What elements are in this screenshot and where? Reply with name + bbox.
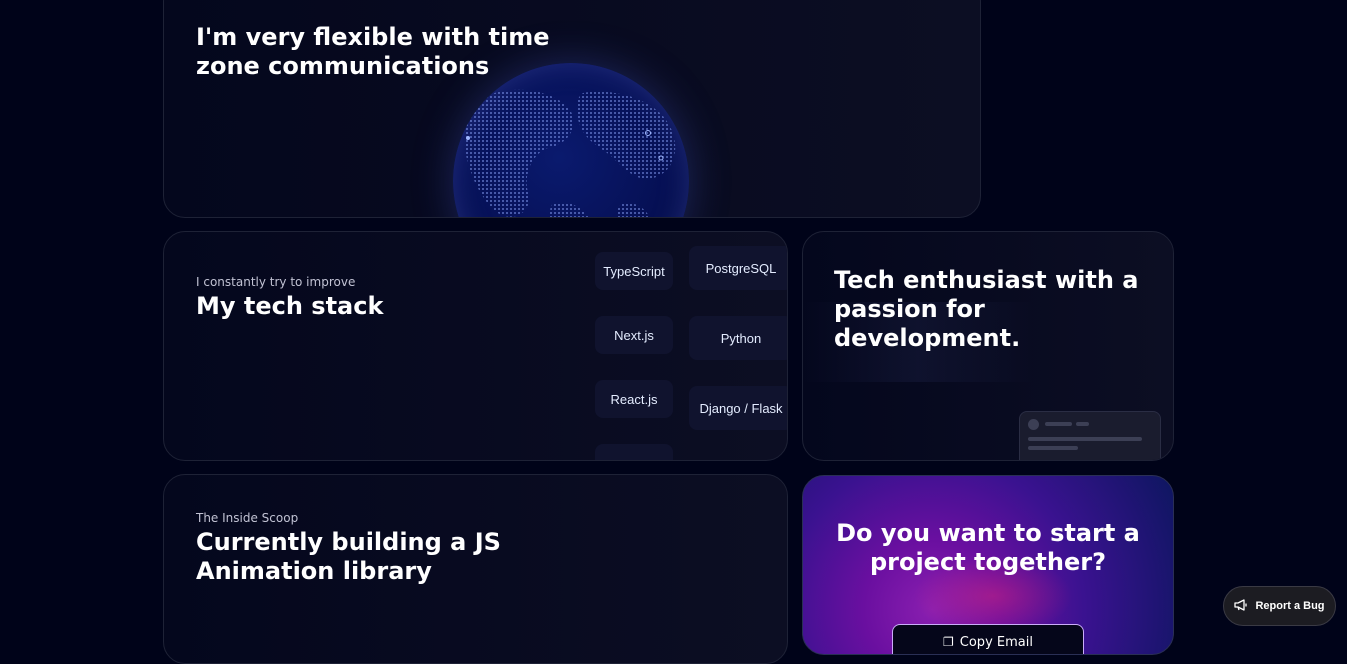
copy-email-label: Copy Email <box>959 635 1033 650</box>
report-bug-button[interactable]: Report a Bug <box>1223 586 1336 626</box>
mock-avatar-dot <box>1028 419 1039 430</box>
megaphone-icon <box>1234 598 1248 614</box>
cta-title-line-2: project together? <box>869 548 1107 576</box>
enthusiast-title-line-2: passion for development. <box>834 295 1021 352</box>
copy-email-button[interactable]: ❐ Copy Email <box>892 624 1084 654</box>
globe-graphic <box>453 63 689 217</box>
tech-pill-python: Python <box>689 316 787 360</box>
cta-title-line-1: Do you want to start a <box>836 519 1140 547</box>
techstack-title: My tech stack <box>196 292 384 320</box>
tech-pill-django-flask: Django / Flask <box>689 386 787 430</box>
mock-line <box>1028 446 1078 450</box>
mock-line <box>1028 437 1142 441</box>
scoop-title: Currently building a JS Animation librar… <box>196 528 501 586</box>
tech-pill-partial <box>595 444 673 460</box>
scoop-card: The Inside Scoop Currently building a JS… <box>163 474 788 664</box>
timezone-card: I'm very flexible with time zone communi… <box>163 0 981 218</box>
tech-pill-reactjs: React.js <box>595 380 673 418</box>
tech-pill-typescript: TypeScript <box>595 252 673 290</box>
mock-line <box>1076 422 1089 426</box>
enthusiast-card: Tech enthusiast with a passion for devel… <box>802 231 1174 461</box>
tech-pill-nextjs: Next.js <box>595 316 673 354</box>
scoop-title-line-1: Currently building a JS <box>196 528 501 556</box>
techstack-eyebrow: I constantly try to improve <box>196 275 356 289</box>
timezone-title-line-2: zone communications <box>196 52 490 80</box>
mock-window-graphic <box>1019 411 1161 460</box>
timezone-title-line-1: I'm very flexible with time <box>196 23 550 51</box>
techstack-card: I constantly try to improve My tech stac… <box>163 231 788 461</box>
scoop-eyebrow: The Inside Scoop <box>196 511 299 525</box>
tech-pill-postgresql: PostgreSQL <box>689 246 787 290</box>
cta-title: Do you want to start a project together? <box>803 519 1173 577</box>
report-bug-label: Report a Bug <box>1255 600 1325 612</box>
mock-line <box>1045 422 1072 426</box>
enthusiast-title: Tech enthusiast with a passion for devel… <box>834 266 1173 353</box>
cta-card: Do you want to start a project together?… <box>802 475 1174 655</box>
enthusiast-title-line-1: Tech enthusiast with a <box>834 266 1139 294</box>
scoop-title-line-2: Animation library <box>196 557 432 585</box>
copy-icon: ❐ <box>943 635 954 649</box>
timezone-title: I'm very flexible with time zone communi… <box>196 23 550 81</box>
